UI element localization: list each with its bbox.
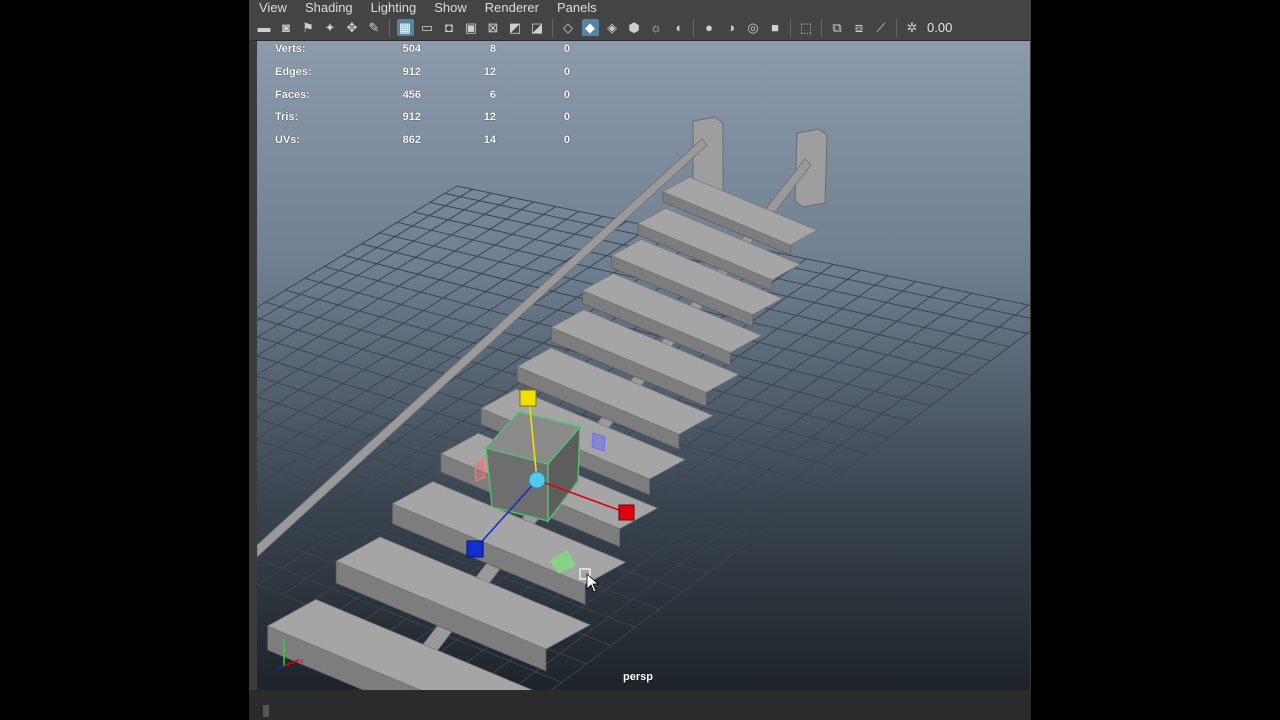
svg-text:y: y bbox=[282, 638, 286, 645]
toolbar-divider bbox=[896, 18, 897, 37]
toolbar-divider bbox=[693, 18, 694, 37]
hud-row-verts: Verts: 504 8 0 bbox=[275, 43, 575, 66]
hud-label: Faces: bbox=[275, 88, 310, 101]
xray-icon[interactable]: ⬚ bbox=[798, 19, 815, 36]
wireframe-on-shaded-icon[interactable]: ◈ bbox=[604, 19, 621, 36]
motion-blur-icon[interactable]: ◑ bbox=[723, 19, 740, 36]
panel-menu-bar: View Shading Lighting Show Renderer Pane… bbox=[249, 0, 1031, 15]
textured-icon[interactable]: ⬢ bbox=[626, 19, 643, 36]
camera-name-label: persp bbox=[623, 671, 653, 683]
backface-culling-icon[interactable]: ⧈ bbox=[851, 19, 868, 36]
center-handle bbox=[528, 471, 546, 489]
image-plane-icon[interactable]: ✦ bbox=[322, 19, 339, 36]
hud-row-tris: Tris: 912 12 0 bbox=[275, 111, 575, 134]
resolution-gate-icon[interactable]: ◘ bbox=[441, 19, 458, 36]
safe-title-icon[interactable]: ◪ bbox=[529, 19, 546, 36]
hud-value-object: 8 bbox=[489, 43, 496, 55]
hud-row-faces: Faces: 456 6 0 bbox=[275, 89, 575, 112]
hud-value-selected: 0 bbox=[563, 43, 570, 55]
hud-label: Edges: bbox=[275, 65, 312, 78]
camera-attributes-icon[interactable]: ◙ bbox=[278, 19, 295, 36]
z-axis-cube bbox=[466, 540, 484, 558]
hud-value-object: 12 bbox=[483, 65, 496, 78]
hud-label: Tris: bbox=[275, 111, 299, 124]
toolbar-divider bbox=[552, 18, 553, 37]
move-tool-icon[interactable]: ✥ bbox=[344, 19, 361, 36]
wireframe-icon[interactable]: ◇ bbox=[560, 19, 577, 36]
hud-value-scene: 504 bbox=[402, 43, 421, 55]
menu-shading[interactable]: Shading bbox=[295, 0, 361, 15]
panel-bottom-strip bbox=[249, 690, 1031, 720]
exposure-field[interactable]: 0.00 bbox=[927, 20, 952, 35]
menu-panels[interactable]: Panels bbox=[547, 0, 605, 15]
use-all-lights-icon[interactable]: ☼ bbox=[648, 19, 665, 36]
color-management-icon[interactable]: ⟋ bbox=[873, 19, 890, 36]
grid-icon[interactable]: ▦ bbox=[396, 19, 414, 36]
menu-show[interactable]: Show bbox=[424, 0, 475, 15]
maya-viewport-panel: View Shading Lighting Show Renderer Pane… bbox=[249, 0, 1031, 720]
ambient-occlusion-icon[interactable]: ● bbox=[701, 19, 718, 36]
hud-value-object: 6 bbox=[489, 88, 496, 101]
poly-count-hud: Verts: 504 8 0 Edges: 912 12 0 Faces: 45… bbox=[275, 43, 575, 157]
exposure-icon[interactable]: ✲ bbox=[904, 19, 921, 36]
anti-alias-icon[interactable]: ◎ bbox=[745, 19, 762, 36]
hud-value-scene: 912 bbox=[402, 111, 421, 124]
hud-value-selected: 0 bbox=[563, 111, 570, 124]
toolbar-divider bbox=[821, 18, 822, 37]
toolbar-divider bbox=[389, 18, 390, 37]
hud-value-object: 12 bbox=[483, 111, 496, 124]
perspective-viewport[interactable]: y x Verts: 504 8 0 Edges: 912 12 0 Faces… bbox=[257, 41, 1030, 690]
film-gate-icon[interactable]: ▭ bbox=[419, 19, 436, 36]
x-axis-cube bbox=[618, 504, 635, 521]
resize-grip[interactable] bbox=[263, 705, 269, 717]
gate-mask-icon[interactable]: ▣ bbox=[463, 19, 480, 36]
safe-action-icon[interactable]: ◩ bbox=[507, 19, 524, 36]
menu-lighting[interactable]: Lighting bbox=[361, 0, 425, 15]
hud-label: UVs: bbox=[275, 134, 301, 147]
field-chart-icon[interactable]: ⊠ bbox=[485, 19, 502, 36]
menu-renderer[interactable]: Renderer bbox=[475, 0, 547, 15]
svg-text:x: x bbox=[300, 658, 304, 665]
hud-value-scene: 456 bbox=[402, 88, 421, 101]
toolbar-divider bbox=[790, 18, 791, 37]
bookmark-icon[interactable]: ⚑ bbox=[300, 19, 317, 36]
yz-plane-handle bbox=[474, 458, 486, 482]
grease-pencil-icon[interactable]: ✎ bbox=[366, 19, 383, 36]
hud-value-scene: 862 bbox=[402, 134, 421, 147]
hud-label: Verts: bbox=[275, 43, 306, 55]
hud-value-selected: 0 bbox=[563, 88, 570, 101]
panel-toolbar: ▬ ◙ ⚑ ✦ ✥ ✎ ▦ ▭ ◘ ▣ ⊠ ◩ ◪ ◇ ◆ ◈ ⬢ ☼ ◖ ● … bbox=[249, 15, 1031, 41]
hud-value-scene: 912 bbox=[402, 65, 421, 78]
hud-row-edges: Edges: 912 12 0 bbox=[275, 66, 575, 89]
hud-value-selected: 0 bbox=[563, 65, 570, 78]
isolate-select-icon[interactable]: ■ bbox=[767, 19, 784, 36]
xray-joints-icon[interactable]: ⧉ bbox=[829, 19, 846, 36]
y-axis-cube bbox=[519, 389, 537, 407]
smooth-shade-icon[interactable]: ◆ bbox=[581, 19, 599, 36]
camera-select-icon[interactable]: ▬ bbox=[256, 19, 273, 36]
menu-view[interactable]: View bbox=[249, 0, 295, 15]
shadows-icon[interactable]: ◖ bbox=[670, 19, 687, 36]
hud-value-selected: 0 bbox=[563, 134, 570, 147]
hud-value-object: 14 bbox=[483, 134, 496, 147]
hud-row-uvs: UVs: 862 14 0 bbox=[275, 134, 575, 157]
